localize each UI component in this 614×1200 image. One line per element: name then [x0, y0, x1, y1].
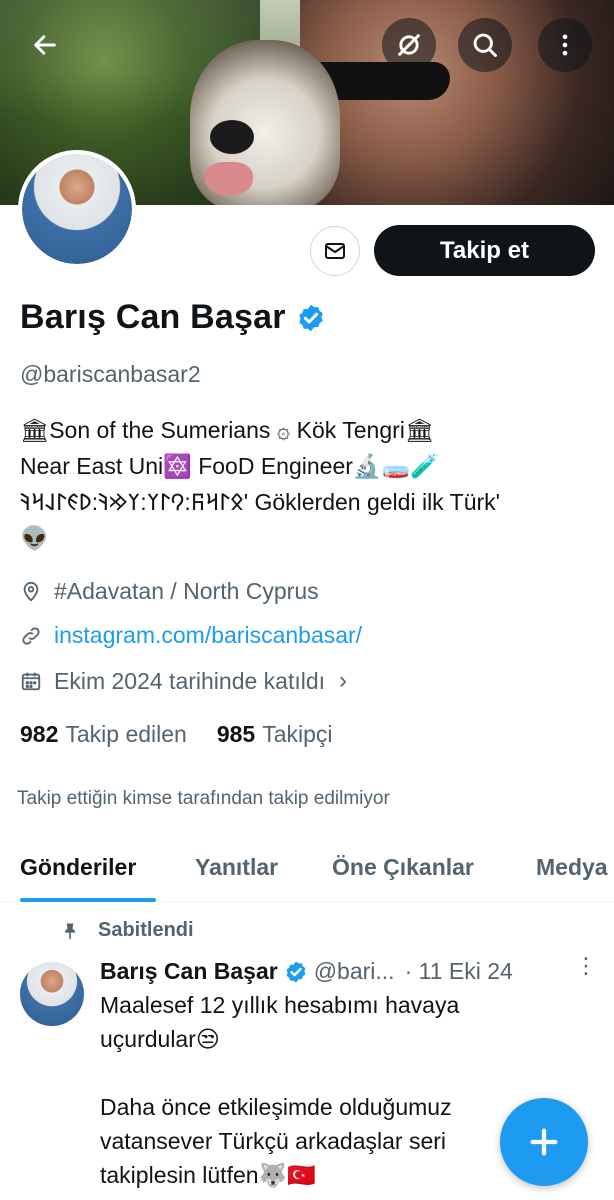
- chevron-right-icon: ›: [339, 667, 348, 694]
- following-count: 982: [20, 721, 59, 747]
- followers-stat[interactable]: 985 Takipçi: [217, 721, 333, 748]
- tab-highlights[interactable]: Öne Çıkanlar: [332, 854, 474, 881]
- profile-name: Barış Can Başar: [20, 298, 286, 336]
- tab-media[interactable]: Medya: [536, 854, 608, 881]
- profile-avatar[interactable]: [18, 150, 136, 268]
- tweet-author-name[interactable]: Barış Can Başar: [100, 958, 278, 985]
- avatar-image: [22, 154, 132, 264]
- banner-dog-nose: [210, 120, 254, 154]
- arrow-left-icon: [34, 35, 56, 55]
- banner-dog-tongue: [205, 162, 253, 196]
- following-stat[interactable]: 982 Takip edilen: [20, 721, 187, 748]
- mail-icon: [325, 243, 345, 259]
- website-link[interactable]: instagram.com/bariscanbasar/: [54, 622, 362, 649]
- search-icon: [473, 33, 497, 57]
- verified-badge-icon[interactable]: [296, 303, 326, 333]
- link-icon: [22, 626, 40, 645]
- more-vertical-icon: ⋮: [575, 953, 597, 978]
- tweet-avatar[interactable]: [20, 962, 84, 1026]
- bio-line: 👽: [20, 525, 49, 551]
- tweet-line: uçurdular😒: [100, 1026, 220, 1052]
- profile-joined[interactable]: Ekim 2024 tarihinde katıldı ›: [20, 667, 347, 695]
- tab-posts[interactable]: Gönderiler: [20, 854, 136, 881]
- followers-label: Takipçi: [262, 721, 333, 747]
- bio-line: 𐰋𐰃𐰺𐰜:𐰘𐰃𐰠:𐰠𐰢𐰚:𐰖𐰏𐰃𐰞𐰺𐰚' Göklerden geldi ilk…: [20, 489, 501, 515]
- tweet-more-button[interactable]: ⋮: [575, 953, 597, 978]
- grok-icon: [398, 34, 420, 56]
- tab-replies[interactable]: Yanıtlar: [195, 854, 278, 881]
- tweet-line-break: [100, 1056, 600, 1090]
- profile-bio: 🏛Son of the Sumerians ۞ Kök Tengri🏛 Near…: [20, 412, 600, 556]
- more-vertical-icon: [562, 34, 568, 56]
- verified-badge-icon: [286, 961, 306, 982]
- profile-location: #Adavatan / North Cyprus: [20, 578, 319, 605]
- more-options-button[interactable]: [538, 18, 592, 72]
- profile-tabs: Gönderiler Yanıtlar Öne Çıkanlar Medya: [0, 840, 614, 902]
- profile-website[interactable]: instagram.com/bariscanbasar/: [20, 622, 362, 649]
- followers-count: 985: [216, 721, 256, 747]
- grok-button[interactable]: [382, 18, 436, 72]
- plus-icon: [530, 1128, 558, 1156]
- following-label: Takip edilen: [65, 721, 187, 747]
- search-button[interactable]: [458, 18, 512, 72]
- profile-handle: @bariscanbasar2: [20, 361, 201, 387]
- tweet-header: Barış Can Başar @bari... · 11 Eki 24: [100, 958, 513, 985]
- pinned-indicator: Sabitlendi: [60, 919, 194, 942]
- pinned-label: Sabitlendi: [98, 919, 194, 941]
- location-icon: [23, 581, 39, 602]
- back-button[interactable]: [18, 18, 72, 72]
- calendar-icon: [21, 672, 41, 691]
- bio-line: 🏛Son of the Sumerians ۞ Kök Tengri🏛: [20, 417, 435, 443]
- joined-text: Ekim 2024 tarihinde katıldı: [54, 667, 326, 694]
- tweet-author-handle[interactable]: @bari...: [314, 958, 395, 985]
- bio-line: Near East Uni🔯 FooD Engineer🔬🧫🧪: [20, 453, 439, 479]
- not-followed-note: Takip ettiğin kimse tarafından takip edi…: [17, 788, 390, 809]
- active-tab-indicator: [20, 898, 156, 902]
- profile-stats: 982 Takip edilen 985 Takipçi: [20, 721, 363, 748]
- profile-name-row: Barış Can Başar: [20, 298, 326, 337]
- follow-button[interactable]: Takip et: [374, 225, 595, 276]
- tweet-date[interactable]: · 11 Eki 24: [405, 958, 513, 985]
- tweet-line: Maalesef 12 yıllık hesabımı havaya: [100, 992, 460, 1018]
- message-button[interactable]: [310, 226, 360, 276]
- location-text: #Adavatan / North Cyprus: [54, 578, 319, 604]
- compose-button[interactable]: [500, 1098, 588, 1186]
- pin-icon: [65, 923, 75, 939]
